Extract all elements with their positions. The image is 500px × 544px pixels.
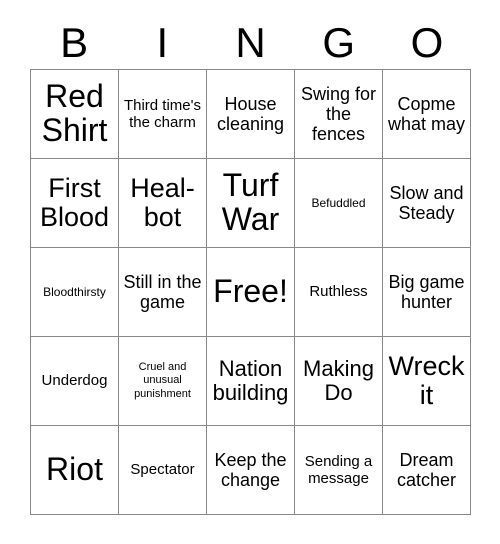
bingo-cell[interactable]: Dream catcher [383,426,471,515]
bingo-cell-label: Wreck it [388,351,465,410]
bingo-cell[interactable]: Third time's the charm [119,70,207,159]
header-letter-b: B [60,18,89,66]
bingo-cell[interactable]: Heal-bot [119,159,207,248]
bingo-cell[interactable]: Spectator [119,426,207,515]
bingo-cell[interactable]: First Blood [31,159,119,248]
bingo-cell[interactable]: Making Do [295,337,383,426]
bingo-cell-label: Free! [213,273,288,310]
bingo-cell[interactable]: Big game hunter [383,248,471,337]
bingo-cell-label: Still in the game [123,271,202,312]
bingo-cell-label: Copme what may [387,93,466,134]
bingo-cell-label: Bloodthirsty [43,284,106,299]
bingo-cell-label: Keep the change [214,449,287,490]
bingo-cell[interactable]: Nation building [207,337,295,426]
bingo-cell-label: Befuddled [311,195,366,210]
bingo-cell-label: Big game hunter [388,271,465,312]
bingo-header: B I N G O [30,16,471,69]
bingo-cell-label: Underdog [41,372,108,390]
bingo-cell-label: First Blood [39,173,110,232]
header-letter-g: G [322,18,356,66]
bingo-cell[interactable]: Keep the change [207,426,295,515]
header-letter-o: O [410,18,444,66]
bingo-cell-label: Sending a message [304,452,373,487]
bingo-cell[interactable]: Wreck it [383,337,471,426]
bingo-cell-label: Dream catcher [396,449,457,490]
bingo-cell-label: Making Do [303,355,374,405]
bingo-cell[interactable]: Befuddled [295,159,383,248]
bingo-cell[interactable]: Riot [31,426,119,515]
bingo-cell[interactable]: House cleaning [207,70,295,159]
bingo-cell-label: Swing for the fences [300,83,377,145]
bingo-cell-label: House cleaning [216,93,285,134]
bingo-cell[interactable]: Slow and Steady [383,159,471,248]
bingo-cell[interactable]: Copme what may [383,70,471,159]
bingo-cell[interactable]: Still in the game [119,248,207,337]
bingo-cell-label: Third time's the charm [123,96,202,131]
bingo-cell[interactable]: Red Shirt [31,70,119,159]
bingo-cell[interactable]: Cruel and unusual punishment [119,337,207,426]
bingo-cell-free[interactable]: Free! [207,248,295,337]
header-letter-n: N [235,18,266,66]
bingo-cell[interactable]: Sending a message [295,426,383,515]
header-letter-i: I [156,18,169,66]
bingo-cell-label: Slow and Steady [389,182,464,223]
bingo-cell[interactable]: Turf War [207,159,295,248]
bingo-cell[interactable]: Ruthless [295,248,383,337]
bingo-cell[interactable]: Bloodthirsty [31,248,119,337]
bingo-cell-label: Spectator [130,461,195,479]
bingo-cell-label: Turf War [221,167,280,237]
bingo-cell-label: Riot [46,451,103,488]
bingo-grid: Red Shirt Third time's the charm House cle… [30,69,471,515]
bingo-cell[interactable]: Swing for the fences [295,70,383,159]
bingo-card: B I N G O Red Shirt Third time's the char… [0,0,500,544]
bingo-cell-label: Ruthless [309,283,368,301]
bingo-cell[interactable]: Underdog [31,337,119,426]
bingo-cell-label: Cruel and unusual punishment [134,361,191,400]
bingo-cell-label: Heal-bot [130,173,195,232]
bingo-cell-label: Nation building [212,355,289,405]
bingo-cell-label: Red Shirt [41,78,108,148]
